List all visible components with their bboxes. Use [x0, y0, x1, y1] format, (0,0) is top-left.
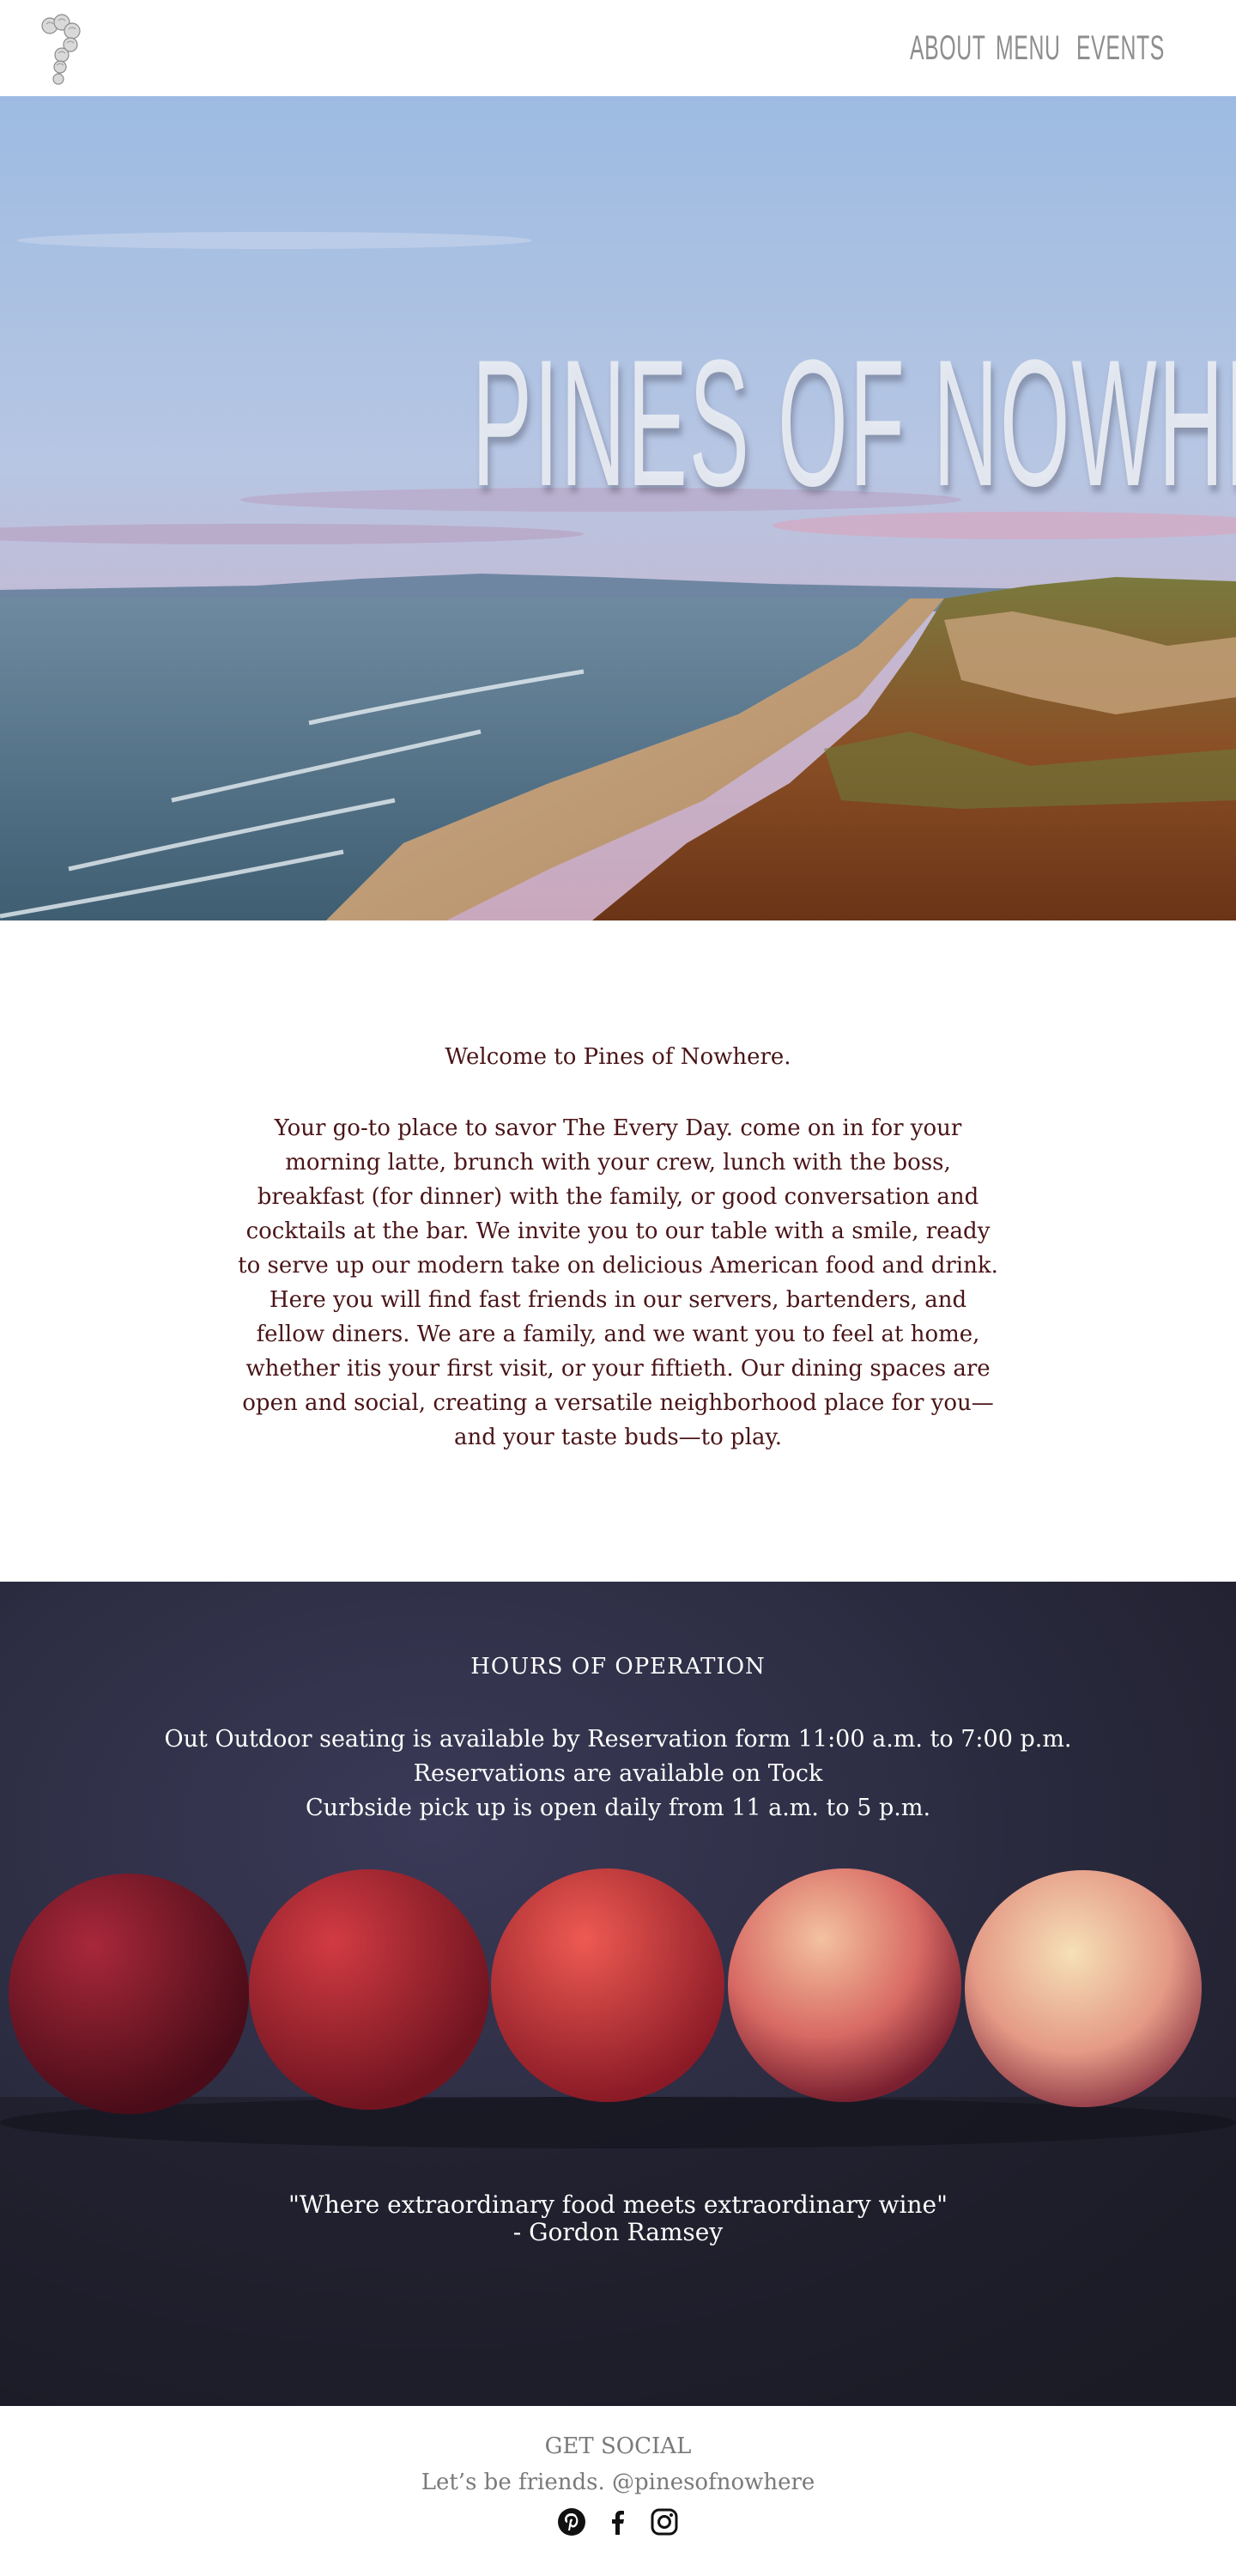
nav-menu-link[interactable]: MENU	[996, 29, 1060, 68]
hours-title: HOURS OF OPERATION	[470, 1654, 766, 1680]
hours-line-outdoor: Out Outdoor seating is available by Rese…	[164, 1726, 1072, 1753]
social-title: GET SOCIAL	[544, 2433, 692, 2459]
hours-section: HOURS OF OPERATION Out Outdoor seating i…	[0, 1582, 1236, 2406]
site-footer: GET SOCIAL Let’s be friends. @pinesofnow…	[0, 2406, 1236, 2576]
nav-about-link[interactable]: ABOUT	[910, 29, 985, 68]
social-icons	[0, 2507, 1236, 2537]
hero-title: PINES OF NOWHERE	[471, 322, 1236, 524]
site-header: ABOUT MENU EVENTS	[0, 0, 1236, 96]
facebook-icon[interactable]	[603, 2507, 633, 2537]
main-nav: ABOUT MENU EVENTS	[910, 29, 1164, 68]
row-of-nectarines-photo	[0, 1582, 1236, 2406]
pinterest-icon[interactable]	[557, 2507, 586, 2537]
nav-events-link[interactable]: EVENTS	[1076, 29, 1164, 68]
welcome-section: Welcome to Pines of Nowhere. Your go-to …	[0, 920, 1236, 1582]
welcome-body: Your go-to place to savor The Every Day.…	[238, 1115, 998, 1450]
instagram-icon[interactable]	[650, 2507, 679, 2537]
quote-text: "Where extraordinary food meets extraord…	[288, 2190, 948, 2219]
social-subtitle: Let’s be friends. @pinesofnowhere	[421, 2470, 815, 2495]
quote-block: "Where extraordinary food meets extraord…	[0, 2191, 1236, 2246]
hours-line-reservations: Reservations are available on Tock	[413, 1760, 823, 1787]
hours-line-curbside: Curbside pick up is open daily from 11 a…	[305, 1795, 931, 1821]
hero-section: PINES OF NOWHERE	[0, 96, 1236, 920]
quote-author: - Gordon Ramsey	[512, 2218, 724, 2246]
hours-lines: Out Outdoor seating is available by Rese…	[0, 1722, 1236, 1826]
welcome-title: Welcome to Pines of Nowhere.	[445, 1044, 791, 1070]
flower-question-mark-logo[interactable]	[34, 14, 86, 86]
